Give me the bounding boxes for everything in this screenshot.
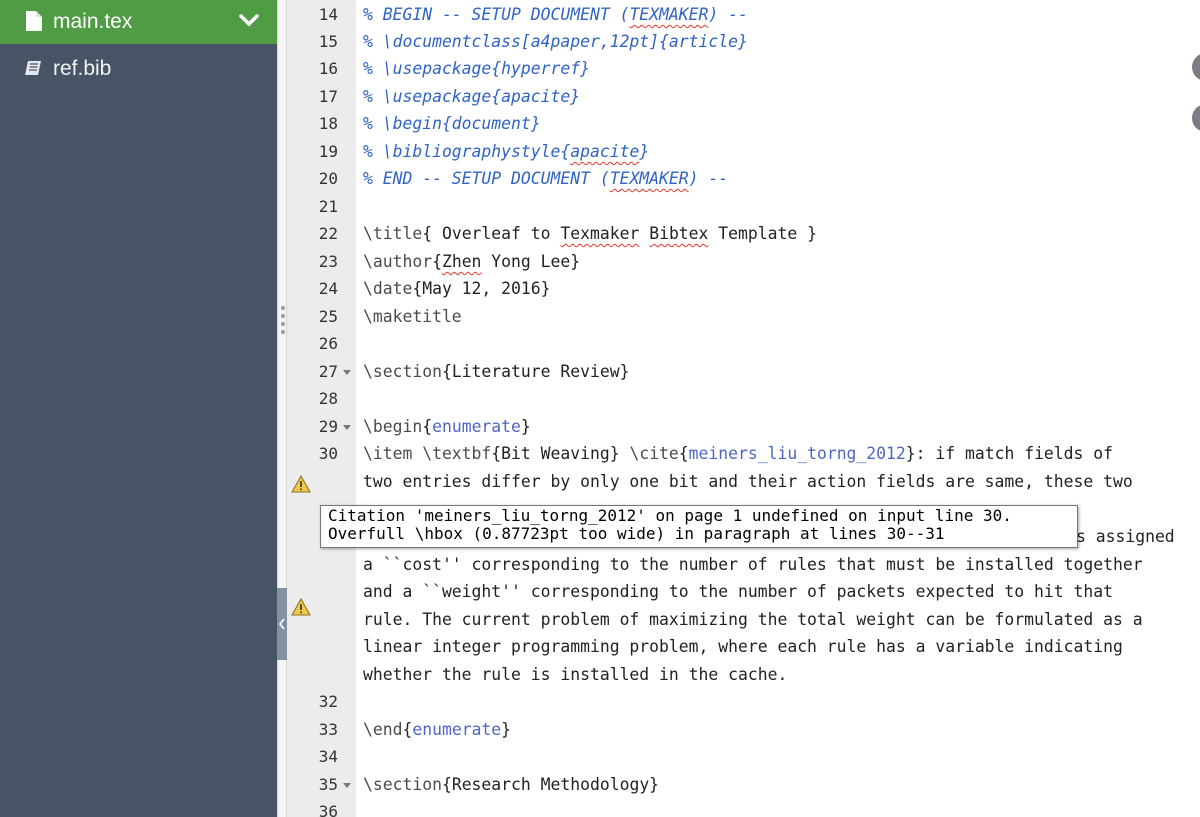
line-number: 26: [318, 334, 338, 353]
code-line-wrap: two entries differ by only one bit and t…: [363, 472, 1133, 491]
code-line: \date{May 12, 2016}: [363, 279, 551, 298]
tooltip-line: Citation 'meiners_liu_torng_2012' on pag…: [328, 506, 1012, 525]
line-number: 30: [318, 444, 338, 463]
chevron-down-icon[interactable]: [239, 13, 259, 29]
chevron-left-icon: [278, 618, 285, 630]
file-item-main-tex[interactable]: main.tex: [0, 0, 277, 44]
code-line: \end{enumerate}: [363, 720, 512, 739]
line-number-gutter: 14 15 16 17 18 19 20 21 22 23 24 25 26 2…: [287, 0, 356, 817]
code-line: \item \textbf{Bit Weaving} \cite{meiners…: [363, 444, 1114, 463]
line-number: 17: [318, 87, 338, 106]
code-line-wrap: and a ``weight'' corresponding to the nu…: [363, 582, 1113, 601]
line-number: 34: [318, 747, 338, 766]
line-number: 28: [318, 389, 338, 408]
code-line: % \documentclass[a4paper,12pt]{article}: [363, 32, 748, 51]
warning-icon[interactable]: [291, 475, 311, 493]
code-line: % \begin{document}: [363, 114, 541, 133]
pane-splitter[interactable]: [277, 0, 287, 817]
code-line: % \bibliographystyle{apacite}: [363, 142, 650, 161]
file-label: ref.bib: [53, 57, 112, 80]
line-number: 33: [318, 720, 338, 739]
code-line: \section{Research Methodology}: [363, 775, 660, 794]
file-icon: [26, 11, 42, 31]
code-line-wrap: rule. The current problem of maximizing …: [363, 610, 1143, 629]
code-line-wrap: s assigned: [1076, 527, 1175, 546]
code-line-wrap: whether the rule is installed in the cac…: [363, 665, 788, 684]
line-number: 16: [318, 59, 338, 78]
line-number: 25: [318, 307, 338, 326]
code-line: % BEGIN -- SETUP DOCUMENT (TEXMAKER) --: [363, 5, 748, 24]
drag-dot: [281, 306, 285, 310]
code-editor[interactable]: % BEGIN -- SETUP DOCUMENT (TEXMAKER) -- …: [356, 0, 1200, 817]
line-number: 35: [318, 775, 338, 794]
code-line: % \usepackage{hyperref}: [363, 59, 590, 78]
line-number: 15: [318, 32, 338, 51]
line-number: 36: [318, 802, 338, 817]
warning-icon[interactable]: [291, 598, 311, 616]
line-number: 23: [318, 252, 338, 271]
code-line: \maketitle: [363, 307, 462, 326]
line-number: 22: [318, 224, 338, 243]
line-number: 14: [318, 5, 338, 24]
warning-tooltip: Citation 'meiners_liu_torng_2012' on pag…: [320, 505, 1078, 548]
line-number: 20: [318, 169, 338, 188]
fold-caret-icon[interactable]: [342, 413, 352, 440]
line-number: 32: [318, 692, 338, 711]
line-number: 27: [318, 362, 338, 381]
line-number: 29: [318, 417, 338, 436]
tooltip-line: Overfull \hbox (0.87723pt too wide) in p…: [328, 524, 945, 543]
drag-dot: [281, 322, 285, 326]
collapse-sidebar-button[interactable]: [277, 588, 287, 660]
code-line: % \usepackage{apacite}: [363, 87, 581, 106]
code-line: \title{ Overleaf to Texmaker Bibtex Temp…: [363, 224, 817, 243]
fold-caret-icon[interactable]: [342, 771, 352, 798]
line-number: 21: [318, 197, 338, 216]
code-line-wrap: a ``cost'' corresponding to the number o…: [363, 555, 1143, 574]
fold-caret-icon[interactable]: [342, 358, 352, 385]
book-icon: [25, 61, 41, 75]
code-line-wrap: linear integer programming problem, wher…: [363, 637, 1123, 656]
code-line: % END -- SETUP DOCUMENT (TEXMAKER) --: [363, 169, 729, 188]
code-line: \section{Literature Review}: [363, 362, 630, 381]
line-number: 24: [318, 279, 338, 298]
line-number: 18: [318, 114, 338, 133]
file-label: main.tex: [53, 10, 133, 33]
drag-dot: [281, 314, 285, 318]
file-tree-sidebar: main.tex ref.bib: [0, 0, 277, 817]
code-line: \begin{enumerate}: [363, 417, 531, 436]
file-item-ref-bib[interactable]: ref.bib: [0, 47, 277, 91]
drag-dot: [281, 330, 285, 334]
code-line: \author{Zhen Yong Lee}: [363, 252, 581, 271]
line-number: 19: [318, 142, 338, 161]
